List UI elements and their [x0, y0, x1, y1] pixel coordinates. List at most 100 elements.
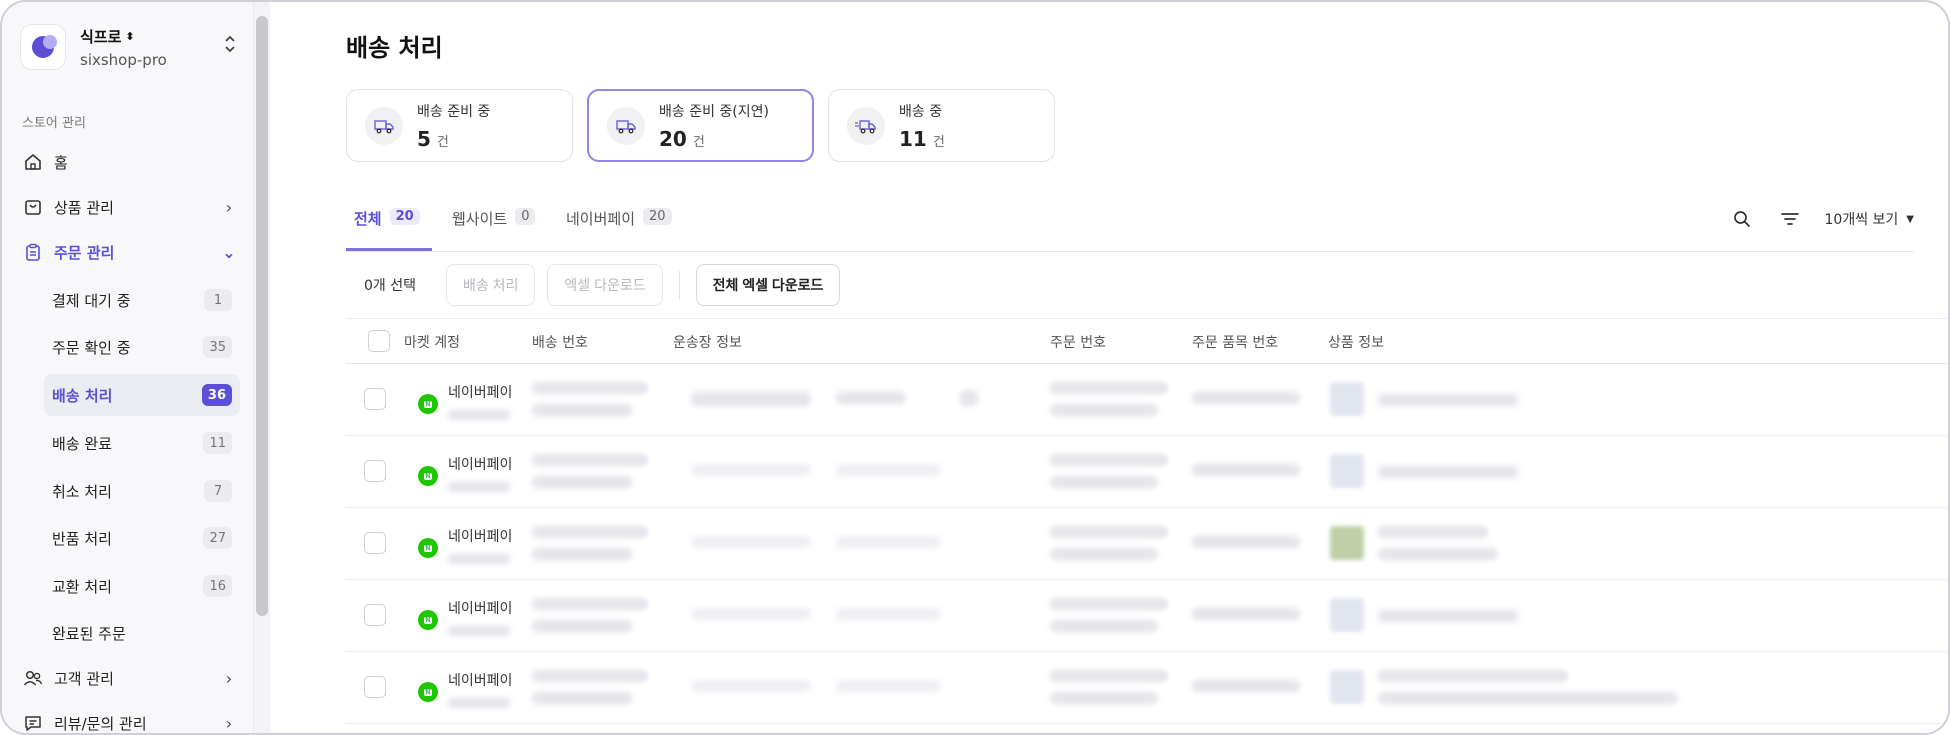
nav-label: 고객 관리	[54, 669, 114, 688]
chevron-down-icon: ⌄	[222, 242, 236, 262]
sub-label: 배송 처리	[52, 386, 113, 405]
nav-item-products[interactable]: 상품 관리 ›	[22, 189, 237, 225]
market-name: 네이버페이	[448, 601, 513, 617]
filter-icon[interactable]	[1777, 206, 1803, 232]
chevron-right-icon: ›	[225, 197, 233, 217]
stat-card-preparing[interactable]: 배송 준비 중 5 건	[346, 89, 573, 162]
stat-unit: 건	[692, 134, 705, 150]
stat-label: 배송 중	[899, 103, 943, 120]
sidebar-item-completed[interactable]: 완료된 주문	[44, 612, 240, 654]
active-tab-indicator	[346, 248, 432, 251]
users-icon	[22, 667, 44, 689]
sidebar-item-cancel[interactable]: 취소 처리 7	[44, 470, 240, 512]
excel-download-button[interactable]: 엑셀 다운로드	[547, 264, 663, 306]
count-badge: 16	[203, 575, 232, 597]
market-name: 네이버페이	[448, 529, 513, 545]
store-switcher[interactable]: 식프로 ⬍ sixshop-pro	[20, 22, 240, 72]
truck-icon	[365, 106, 403, 145]
select-all-checkbox[interactable]	[368, 330, 390, 352]
table-row[interactable]: N 네이버페이	[346, 364, 1948, 436]
expand-collapse-icon[interactable]	[220, 33, 240, 61]
nav-item-reviews[interactable]: 리뷰/문의 관리 ›	[22, 705, 237, 733]
sub-label: 교환 처리	[52, 577, 112, 596]
stat-label: 배송 준비 중(지연)	[659, 103, 769, 120]
count-badge: 7	[204, 480, 232, 502]
row-checkbox[interactable]	[364, 532, 386, 554]
sidebar-item-confirming[interactable]: 주문 확인 중 35	[44, 326, 240, 368]
row-checkbox[interactable]	[364, 604, 386, 626]
sub-label: 반품 처리	[52, 529, 112, 548]
main-content: 배송 처리 배송 준비 중 5 건 배송 준비 중(지연) 20 건 배송 중 …	[270, 2, 1948, 733]
column-header: 주문 번호	[1050, 335, 1106, 351]
tab-count: 20	[643, 208, 672, 225]
table-header: 마켓 계정 배송 번호 운송장 정보 주문 번호 주문 품목 번호 상품 정보	[346, 318, 1948, 364]
sub-label: 배송 완료	[52, 434, 112, 453]
tab-naverpay[interactable]: 네이버페이 20	[566, 208, 672, 248]
table-row[interactable]: N 네이버페이	[346, 508, 1948, 580]
table-row[interactable]: N 네이버페이	[346, 652, 1948, 724]
tab-label: 전체	[354, 210, 382, 228]
column-header: 상품 정보	[1328, 335, 1384, 351]
sub-label: 주문 확인 중	[52, 338, 131, 357]
home-icon	[22, 151, 44, 173]
market-name: 네이버페이	[448, 673, 513, 689]
store-logo	[20, 24, 66, 70]
store-name: 식프로	[80, 27, 122, 46]
nav-item-home[interactable]: 홈	[22, 144, 237, 180]
naverpay-logo-icon: N	[418, 466, 438, 486]
ship-button[interactable]: 배송 처리	[446, 264, 536, 306]
stat-label: 배송 준비 중	[417, 103, 491, 120]
nav-item-customers[interactable]: 고객 관리 ›	[22, 660, 237, 696]
caret-down-icon: ▼	[1906, 213, 1914, 225]
tab-all[interactable]: 전체 20	[354, 208, 420, 248]
naverpay-logo-icon: N	[418, 610, 438, 630]
table-row[interactable]: N 네이버페이	[346, 580, 1948, 652]
sidebar-item-exchange[interactable]: 교환 처리 16	[44, 565, 240, 607]
stat-value: 11	[899, 126, 927, 151]
naverpay-logo-icon: N	[418, 394, 438, 414]
nav-item-orders[interactable]: 주문 관리 ⌄	[22, 234, 237, 270]
per-page-label: 10개씩 보기	[1824, 212, 1899, 228]
count-badge: 1	[204, 289, 232, 311]
divider	[678, 271, 680, 299]
chevron-right-icon: ›	[225, 713, 233, 733]
sidebar-item-delivered[interactable]: 배송 완료 11	[44, 422, 240, 464]
fast-truck-icon	[847, 106, 885, 145]
excel-all-download-button[interactable]: 전체 엑셀 다운로드	[695, 264, 841, 306]
stat-value: 20	[659, 126, 687, 151]
chevron-right-icon: ›	[225, 668, 233, 688]
sidebar-scrollbar-thumb[interactable]	[256, 16, 268, 616]
stat-card-preparing-delayed[interactable]: 배송 준비 중(지연) 20 건	[587, 89, 814, 162]
sidebar-item-return[interactable]: 반품 처리 27	[44, 517, 240, 559]
search-icon[interactable]	[1729, 206, 1755, 232]
nav-label: 홈	[54, 153, 68, 172]
chat-icon	[22, 712, 44, 733]
column-header: 배송 번호	[532, 335, 588, 351]
stat-card-in-transit[interactable]: 배송 중 11 건	[828, 89, 1055, 162]
tab-label: 네이버페이	[566, 210, 636, 228]
tab-label: 웹사이트	[452, 210, 508, 228]
sidebar-item-shipping[interactable]: 배송 처리 36	[44, 374, 240, 416]
row-checkbox[interactable]	[364, 388, 386, 410]
sidebar-item-pending-payment[interactable]: 결제 대기 중 1	[44, 279, 240, 321]
count-badge: 27	[203, 527, 232, 549]
clipboard-icon	[22, 241, 44, 263]
page-title: 배송 처리	[346, 34, 443, 62]
row-checkbox[interactable]	[364, 460, 386, 482]
column-header: 운송장 정보	[673, 335, 742, 351]
stat-value: 5	[417, 126, 431, 151]
tab-website[interactable]: 웹사이트 0	[452, 208, 536, 248]
sort-arrows-icon: ⬍	[125, 29, 135, 43]
per-page-select[interactable]: 10개씩 보기 ▼	[1825, 209, 1915, 229]
row-checkbox[interactable]	[364, 676, 386, 698]
stat-unit: 건	[436, 134, 449, 150]
section-label: 스토어 관리	[22, 116, 86, 131]
count-badge: 36	[201, 384, 232, 406]
column-header: 주문 품목 번호	[1192, 335, 1279, 351]
table-row[interactable]: N 네이버페이	[346, 436, 1948, 508]
nav-label: 상품 관리	[54, 198, 114, 217]
store-subdomain: sixshop-pro	[80, 50, 167, 69]
action-bar: 0개 선택 배송 처리 엑셀 다운로드 전체 엑셀 다운로드	[346, 262, 841, 308]
tab-count: 0	[515, 208, 536, 225]
column-header: 마켓 계정	[404, 335, 460, 351]
